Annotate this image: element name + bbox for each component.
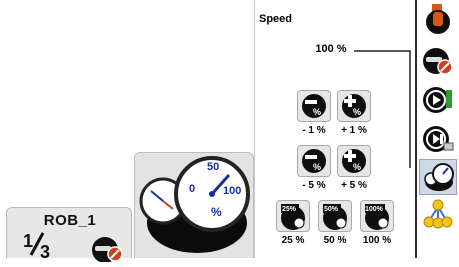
speed-100-badge: 100%: [365, 206, 383, 213]
gauge-right-label: 100: [223, 185, 242, 197]
svg-text:3: 3: [40, 242, 50, 259]
gauge-unit-label: %: [211, 205, 222, 219]
speed-25-label: 25 %: [281, 235, 305, 246]
task-tree-icon: [423, 199, 453, 229]
gauge-top-label: 50: [207, 161, 220, 173]
svg-text:1: 1: [23, 231, 33, 251]
speed-decrease-1-button[interactable]: %: [297, 90, 331, 122]
robot-status-tile[interactable]: ROB_1 1 3: [6, 207, 132, 263]
speed-increase-5-icon: %: [342, 149, 366, 173]
speed-gauge-button[interactable]: [419, 159, 457, 195]
speed-decrease-5-label: - 5 %: [302, 180, 326, 191]
speed-50-badge: 50%: [324, 206, 339, 213]
speed-decrease-1-label: - 1 %: [302, 125, 326, 136]
speed-increase-1-button[interactable]: %: [337, 90, 371, 122]
svg-text:%: %: [353, 107, 361, 117]
speed-25-button[interactable]: 25%: [276, 200, 310, 232]
mechanical-unit-disabled-icon: [423, 48, 453, 75]
mechanical-unit-button[interactable]: [419, 43, 457, 79]
svg-text:%: %: [313, 107, 321, 117]
speed-gauge-tile[interactable]: 50 0 100 %: [134, 152, 254, 258]
speed-50-button[interactable]: 50%: [318, 200, 352, 232]
gauge-left-label: 0: [189, 183, 196, 195]
task-tree-button[interactable]: [419, 196, 457, 232]
robot-arm-icon: [426, 4, 450, 34]
svg-text:%: %: [313, 162, 321, 172]
task-fraction-icon: 1 3: [21, 229, 57, 264]
speed-decrease-5-icon: %: [302, 149, 326, 173]
speed-100-button[interactable]: 100%: [360, 200, 394, 232]
robot-arm-button[interactable]: [419, 2, 457, 38]
speed-increase-5-label: + 5 %: [341, 180, 367, 191]
speed-50-label: 50 %: [323, 235, 347, 246]
speed-decrease-1-icon: %: [302, 94, 326, 118]
robot-name: ROB_1: [43, 212, 97, 229]
mechanical-unit-disabled-icon: [91, 234, 125, 267]
speed-decrease-5-button[interactable]: %: [297, 145, 331, 177]
speed-100-label: 100 %: [362, 235, 392, 246]
run-mode-icon: [423, 87, 452, 113]
step-mode-icon: [423, 126, 454, 152]
speed-gauge-icon: [424, 163, 454, 191]
speed-increase-5-button[interactable]: %: [337, 145, 371, 177]
speed-title: Speed: [259, 13, 293, 25]
run-mode-button[interactable]: [419, 82, 457, 118]
speed-increase-1-icon: %: [342, 94, 366, 118]
step-mode-button[interactable]: [419, 121, 457, 157]
speed-25-badge: 25%: [282, 206, 297, 213]
svg-text:%: %: [353, 162, 361, 172]
speed-increase-1-label: + 1 %: [341, 125, 367, 136]
